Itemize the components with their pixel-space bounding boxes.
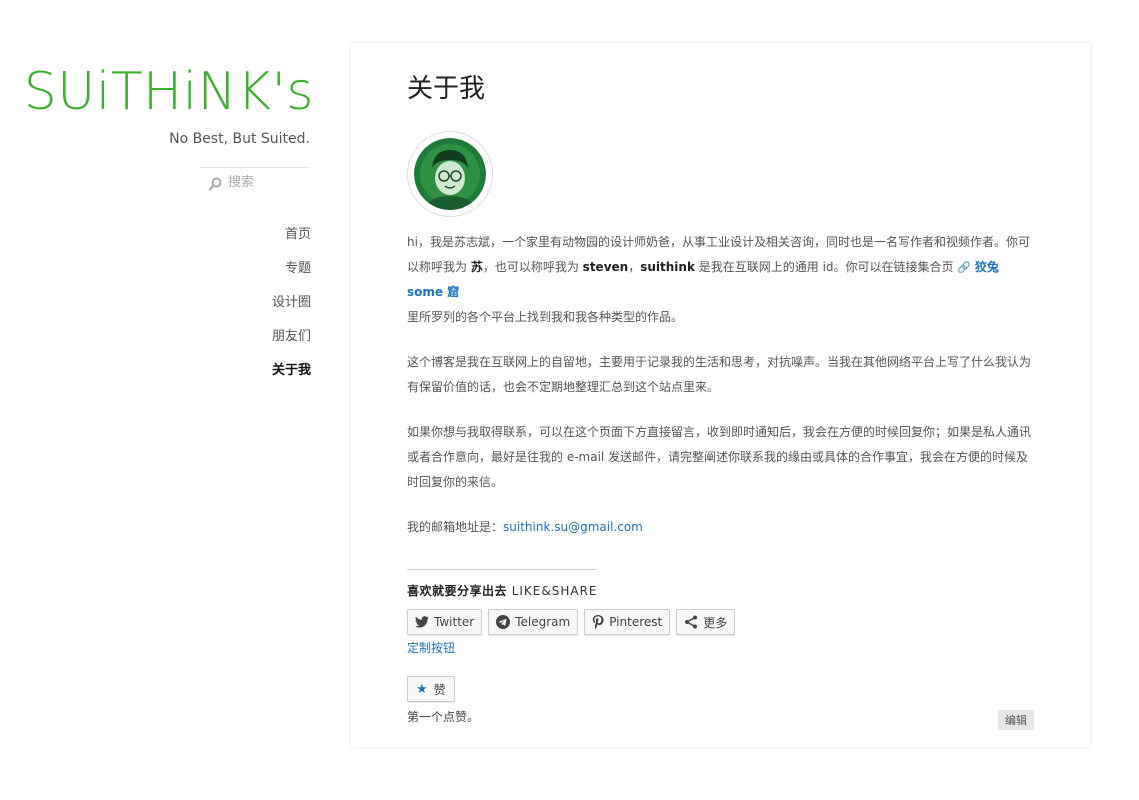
main-nav: 首页 专题 设计圈 朋友们 关于我 <box>272 224 311 394</box>
share-telegram-label: Telegram <box>515 615 571 629</box>
share-more-button[interactable]: 更多 <box>676 609 736 635</box>
page-title: 关于我 <box>407 74 486 104</box>
name-suithink: suithink <box>640 260 695 274</box>
pinterest-icon <box>592 614 604 630</box>
share-heading-cn: 喜欢就要分享出去 <box>407 584 508 598</box>
intro-text-5: 里所罗列的各个平台上找到我和我各种类型的作品。 <box>407 310 684 324</box>
like-note: 第一个点赞。 <box>407 710 480 724</box>
email-line: 我的邮箱地址是：suithink.su@gmail.com <box>407 515 1033 540</box>
article: 关于我 hi，我是苏志斌，一个家里有动物园的设计师奶爸，从事工业设计及相关咨询，… <box>407 71 1033 725</box>
nav-item-topics[interactable]: 专题 <box>272 258 311 292</box>
site-tagline: No Best, But Suited. <box>169 131 310 147</box>
contact-paragraph: 如果你想与我取得联系，可以在这个页面下方直接留言，收到即时通知后，我会在方便的时… <box>407 425 1032 489</box>
nav-item-about[interactable]: 关于我 <box>272 360 311 394</box>
share-heading: 喜欢就要分享出去 LIKE&SHARE <box>407 582 1033 599</box>
telegram-icon <box>496 615 511 629</box>
star-icon: ★ <box>416 681 428 697</box>
nav-item-home[interactable]: 首页 <box>272 224 311 258</box>
edit-button[interactable]: 编辑 <box>998 710 1034 730</box>
like-button[interactable]: ★ 赞 <box>407 676 455 702</box>
share-buttons: Twitter Telegram Pinterest 更多 <box>407 609 1033 635</box>
avatar-image <box>414 138 486 210</box>
intro-text-2: ，也可以称呼我为 <box>482 260 583 274</box>
search-icon <box>208 176 222 191</box>
avatar <box>407 131 493 217</box>
customize-buttons-link[interactable]: 定制按钮 <box>407 639 1033 656</box>
intro-paragraph: hi，我是苏志斌，一个家里有动物园的设计师奶爸，从事工业设计及相关咨询，同时也是… <box>407 230 1033 330</box>
link-icon: 🔗 <box>957 261 972 274</box>
nav-item-friends[interactable]: 朋友们 <box>272 326 311 360</box>
share-telegram-button[interactable]: Telegram <box>488 609 579 635</box>
share-twitter-label: Twitter <box>434 615 475 629</box>
blog-paragraph: 这个博客是我在互联网上的自留地，主要用于记录我的生活和思考，对抗噪声。当我在其他… <box>407 355 1032 394</box>
name-su: 苏 <box>470 260 483 274</box>
nav-item-design-circle[interactable]: 设计圈 <box>272 292 311 326</box>
site-title[interactable]: SUiTHiNK's <box>24 62 314 122</box>
twitter-icon <box>415 616 429 628</box>
content-card: 关于我 hi，我是苏志斌，一个家里有动物园的设计师奶爸，从事工业设计及相关咨询，… <box>351 43 1090 747</box>
sidebar: SUiTHiNK's No Best, But Suited. 首页 专题 设计… <box>0 0 330 800</box>
share-pinterest-label: Pinterest <box>609 615 663 629</box>
intro-text-3: ， <box>628 260 641 274</box>
share-more-label: 更多 <box>703 615 728 630</box>
search-box[interactable] <box>200 167 310 197</box>
share-divider <box>407 569 597 570</box>
email-link[interactable]: suithink.su@gmail.com <box>503 520 643 534</box>
email-label: 我的邮箱地址是： <box>407 520 504 534</box>
share-heading-en: LIKE&SHARE <box>511 584 598 598</box>
name-steven: steven <box>582 260 629 274</box>
share-twitter-button[interactable]: Twitter <box>407 609 483 635</box>
share-icon <box>684 615 698 629</box>
search-input[interactable] <box>228 175 308 190</box>
share-pinterest-button[interactable]: Pinterest <box>584 609 671 635</box>
like-label: 赞 <box>433 682 446 697</box>
intro-text-4: 是我在互联网上的通用 id。你可以在链接集合页 <box>694 260 958 274</box>
